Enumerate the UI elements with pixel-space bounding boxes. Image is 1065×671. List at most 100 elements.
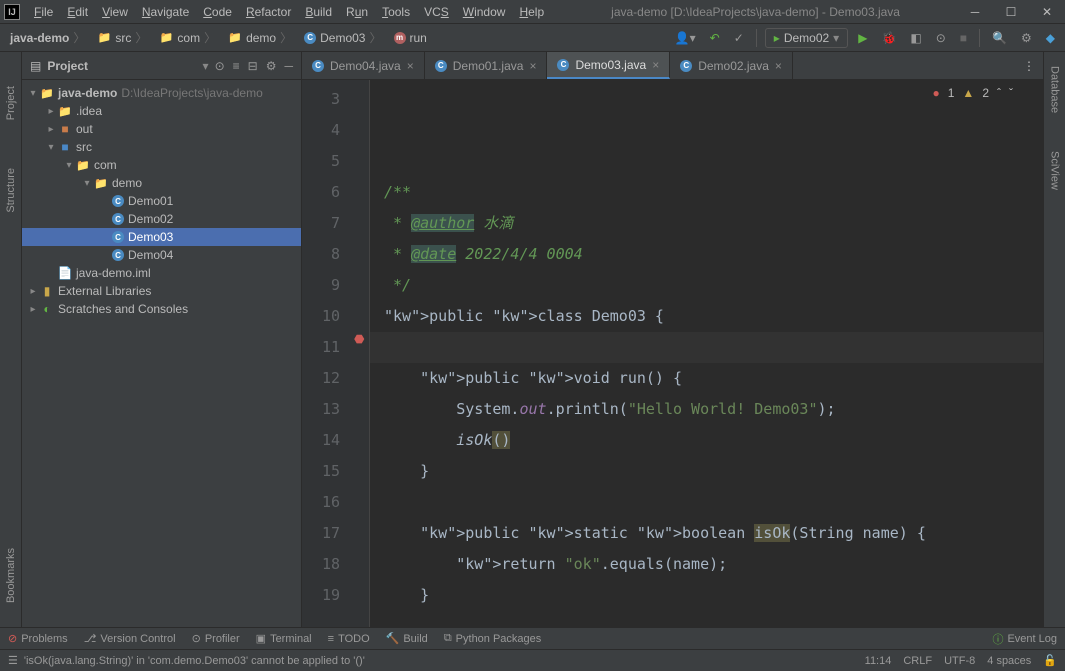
- user-icon[interactable]: 👤▾: [671, 29, 700, 47]
- back-icon[interactable]: ↶: [706, 29, 724, 47]
- tree-out[interactable]: ▸■out: [22, 120, 301, 138]
- menu-vcs[interactable]: VCS: [418, 3, 455, 21]
- tree-ext-libs[interactable]: ▸▮External Libraries: [22, 282, 301, 300]
- menu-window[interactable]: Window: [457, 3, 512, 21]
- expand-all-icon[interactable]: ≡: [233, 59, 240, 73]
- tab-label: Demo02.java: [698, 59, 769, 73]
- tree-demo01[interactable]: CDemo01: [22, 192, 301, 210]
- debug-button[interactable]: 🐞: [877, 29, 900, 47]
- inspection-widget[interactable]: ●1 ▲2 ˆ ˇ: [932, 86, 1013, 100]
- tree-root[interactable]: ▾java-demo D:\IdeaProjects\java-demo: [22, 84, 301, 102]
- tool-sciview[interactable]: SciView: [1049, 147, 1061, 194]
- tree-demo[interactable]: ▾demo: [22, 174, 301, 192]
- tree-scratches[interactable]: ▸◐Scratches and Consoles: [22, 300, 301, 318]
- tool-profiler[interactable]: ⊙Profiler: [192, 632, 240, 645]
- tabs-more-button[interactable]: ⋮: [1015, 52, 1043, 79]
- vcs-check-icon[interactable]: ✓: [730, 29, 748, 47]
- warning-icon: ▲: [962, 86, 974, 100]
- tree-idea[interactable]: ▸.idea: [22, 102, 301, 120]
- hide-icon[interactable]: ─: [284, 59, 293, 73]
- branch-icon: ⎇: [84, 632, 97, 645]
- readonly-icon[interactable]: 🔓: [1043, 654, 1057, 667]
- tool-terminal[interactable]: ▣Terminal: [256, 632, 312, 645]
- status-message[interactable]: ☰ 'isOk(java.lang.String)' in 'com.demo.…: [8, 654, 853, 667]
- tool-todo[interactable]: ≡TODO: [328, 633, 370, 645]
- class-icon: C: [112, 195, 124, 207]
- encoding[interactable]: UTF-8: [944, 655, 975, 667]
- menu-toggle-icon[interactable]: ☰: [8, 654, 18, 667]
- menu-refactor[interactable]: Refactor: [240, 3, 297, 21]
- tree-iml[interactable]: 📄java-demo.iml: [22, 264, 301, 282]
- help-button[interactable]: ◆: [1042, 29, 1059, 47]
- tab-demo02[interactable]: CDemo02.java×: [670, 52, 793, 79]
- tab-demo03[interactable]: CDemo03.java×: [547, 52, 670, 79]
- close-icon[interactable]: ×: [529, 59, 536, 73]
- tab-demo01[interactable]: CDemo01.java×: [425, 52, 548, 79]
- settings-icon[interactable]: ⚙: [266, 59, 277, 73]
- close-icon[interactable]: ×: [407, 59, 414, 73]
- minimize-button[interactable]: ─: [961, 2, 989, 22]
- settings-button[interactable]: ⚙: [1017, 29, 1036, 47]
- profile-button[interactable]: ⊙: [932, 29, 950, 47]
- tool-problems[interactable]: ⊘Problems: [8, 632, 68, 645]
- menu-code[interactable]: Code: [197, 3, 238, 21]
- error-icon: ●: [932, 86, 939, 100]
- code-content[interactable]: /** * @author 水滴 * @date 2022/4/4 0004 *…: [370, 80, 1043, 627]
- tree-demo03[interactable]: CDemo03: [22, 228, 301, 246]
- tool-build[interactable]: 🔨Build: [386, 632, 428, 645]
- tree-demo04[interactable]: CDemo04: [22, 246, 301, 264]
- menu-tools[interactable]: Tools: [376, 3, 416, 21]
- crumb-project[interactable]: java-demo〉: [6, 27, 89, 48]
- bottom-toolbar: ⊘Problems ⎇Version Control ⊙Profiler ▣Te…: [0, 627, 1065, 649]
- left-tool-strip: Project Structure Bookmarks: [0, 52, 22, 627]
- menu-run[interactable]: Run: [340, 3, 374, 21]
- tool-vcs[interactable]: ⎇Version Control: [84, 632, 176, 645]
- editor-body[interactable]: 345678910111213141516171819 ⬣ /** * @aut…: [302, 80, 1043, 627]
- menu-view[interactable]: View: [96, 3, 134, 21]
- tree-com[interactable]: ▾com: [22, 156, 301, 174]
- run-button[interactable]: ▶: [854, 29, 871, 47]
- indent[interactable]: 4 spaces: [987, 655, 1031, 667]
- chevron-down-icon[interactable]: ˇ: [1009, 86, 1013, 100]
- tool-database[interactable]: Database: [1049, 62, 1061, 117]
- search-everywhere-button[interactable]: 🔍: [988, 29, 1011, 47]
- maximize-button[interactable]: ☐: [997, 2, 1025, 22]
- coverage-button[interactable]: ◧: [906, 29, 925, 47]
- collapse-all-icon[interactable]: ⊟: [248, 59, 258, 73]
- run-config-selector[interactable]: ▸Demo02▾: [765, 28, 848, 48]
- crumb-method[interactable]: mrun: [390, 29, 431, 47]
- chevron-up-icon[interactable]: ˆ: [997, 86, 1001, 100]
- select-opened-file-icon[interactable]: ⊙: [215, 59, 225, 73]
- stop-button[interactable]: ■: [956, 29, 971, 47]
- tree-src[interactable]: ▾■src: [22, 138, 301, 156]
- crumb-src[interactable]: src〉: [93, 27, 151, 48]
- menu-file[interactable]: File: [28, 3, 59, 21]
- project-tree[interactable]: ▾java-demo D:\IdeaProjects\java-demo ▸.i…: [22, 80, 301, 627]
- menu-help[interactable]: Help: [513, 3, 550, 21]
- dropdown-icon[interactable]: ▾: [203, 59, 209, 73]
- close-icon[interactable]: ×: [775, 59, 782, 73]
- crumb-com[interactable]: com〉: [155, 27, 220, 48]
- crumb-demo[interactable]: demo〉: [224, 27, 296, 48]
- error-bulb-icon[interactable]: ⬣: [354, 332, 364, 346]
- tool-project[interactable]: Project: [5, 82, 17, 124]
- tree-demo02[interactable]: CDemo02: [22, 210, 301, 228]
- tab-label: Demo03.java: [575, 58, 646, 72]
- close-button[interactable]: ✕: [1033, 2, 1061, 22]
- folder-icon: ■: [58, 122, 72, 136]
- line-separator[interactable]: CRLF: [903, 655, 932, 667]
- crumb-class[interactable]: CDemo03〉: [300, 27, 385, 48]
- tool-python[interactable]: ⧉Python Packages: [444, 632, 541, 645]
- tab-demo04[interactable]: CDemo04.java×: [302, 52, 425, 79]
- caret-position[interactable]: 11:14: [865, 655, 892, 667]
- tool-bookmarks[interactable]: Bookmarks: [5, 544, 17, 607]
- menu-build[interactable]: Build: [299, 3, 338, 21]
- fold-column[interactable]: ⬣: [352, 80, 370, 627]
- close-icon[interactable]: ×: [652, 58, 659, 72]
- package-icon: [94, 176, 108, 190]
- tool-structure[interactable]: Structure: [5, 164, 17, 217]
- menu-navigate[interactable]: Navigate: [136, 3, 195, 21]
- event-log-button[interactable]: ⓘEvent Log: [992, 631, 1057, 647]
- menu-edit[interactable]: Edit: [61, 3, 94, 21]
- class-icon: C: [112, 249, 124, 261]
